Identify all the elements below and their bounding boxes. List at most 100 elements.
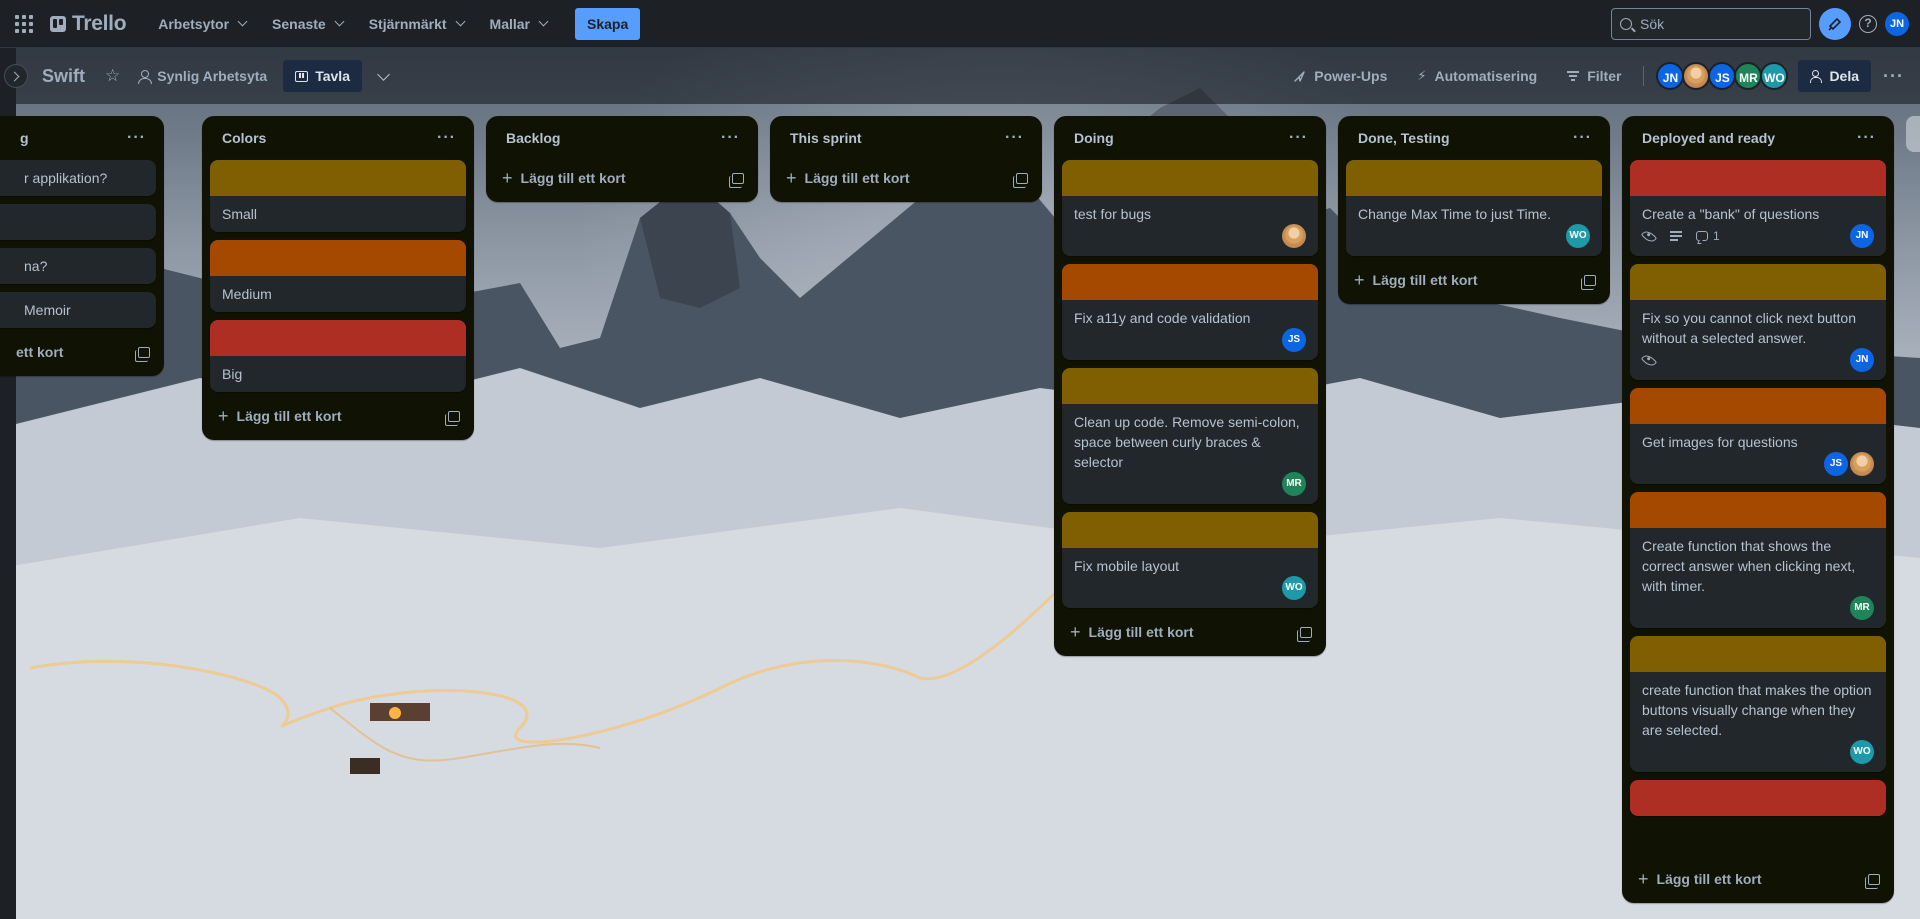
card[interactable]: Small [210,160,466,232]
card-member-avatar-photo[interactable] [1850,452,1874,476]
card-partially-visible[interactable] [1630,780,1886,816]
card-title: na? [24,258,48,274]
list-menu-more-icon[interactable]: ··· [717,129,744,147]
card-template-icon[interactable] [1865,873,1880,889]
card-template-icon[interactable] [1297,626,1312,642]
member-avatar-js[interactable]: JS [1708,62,1737,90]
list-menu-more-icon[interactable]: ··· [1001,129,1028,147]
card[interactable]: create function that makes the option bu… [1630,636,1886,772]
card-member-avatar[interactable]: JS [1282,328,1306,352]
trello-logo[interactable]: Trello [50,12,127,36]
list-title[interactable]: Backlog [506,130,560,146]
list-menu-more-icon[interactable]: ··· [123,129,150,147]
card-template-icon[interactable] [1581,274,1596,290]
nav-templates[interactable]: Mallar [480,10,557,38]
card-member-avatar-photo[interactable] [1282,224,1306,248]
card[interactable]: Create function that shows the correct a… [1630,492,1886,628]
card-member-avatar[interactable]: MR [1282,472,1306,496]
add-card-button[interactable]: + Lägg till ett kort [218,407,342,425]
nav-recent[interactable]: Senaste [262,10,353,38]
list-title[interactable]: Doing [1074,130,1114,146]
member-avatar-mr[interactable]: MR [1734,62,1763,90]
notifications-button[interactable] [1819,7,1851,40]
visibility-button[interactable]: Synlig Arbetsyta [138,68,267,84]
add-card-button[interactable]: + Lägg till ett kort [502,169,626,187]
nav-starred[interactable]: Stjärnmärkt [359,10,474,38]
list-title[interactable]: Colors [222,130,266,146]
card[interactable] [0,204,156,240]
card[interactable]: Medium [210,240,466,312]
automation-button[interactable]: ⚡ Automatisering [1405,62,1549,90]
card-template-icon[interactable] [445,410,460,426]
account-avatar[interactable]: JN [1885,11,1909,36]
board-menu-more-icon[interactable]: ··· [1877,66,1910,87]
app-switcher-icon[interactable] [12,12,36,36]
card[interactable]: na? [0,248,156,284]
share-button[interactable]: Dela [1798,60,1872,92]
create-button[interactable]: Skapa [575,7,641,40]
filter-button[interactable]: Filter [1555,62,1633,90]
card[interactable]: Big [210,320,466,392]
nav-workspaces[interactable]: Arbetsytor [148,10,256,38]
card-member-avatar[interactable]: WO [1566,224,1590,248]
star-icon[interactable]: ☆ [105,66,120,86]
list-title[interactable]: g [20,130,29,146]
card-member-avatar[interactable]: JS [1824,452,1848,476]
list-menu-more-icon[interactable]: ··· [1853,129,1880,147]
add-card-button[interactable]: ett kort [16,344,63,360]
expand-sidebar-button[interactable] [4,64,28,88]
card-member-avatar[interactable]: MR [1850,596,1874,620]
list-menu-more-icon[interactable]: ··· [433,129,460,147]
add-card-button[interactable]: + Lägg till ett kort [1070,623,1194,641]
powerups-button[interactable]: Power-Ups [1281,62,1399,90]
list-title[interactable]: This sprint [790,130,862,146]
list-header[interactable]: g ··· [0,116,156,160]
card-member-avatar[interactable]: JN [1850,224,1874,248]
help-icon[interactable]: ? [1859,14,1877,33]
member-avatar-jn[interactable]: JN [1656,62,1685,90]
add-card-button[interactable]: + Lägg till ett kort [1638,870,1762,888]
member-avatar-photo[interactable] [1682,62,1711,90]
list-header[interactable]: Done, Testing ··· [1346,116,1602,160]
add-card-label: Lägg till ett kort [236,408,342,424]
member-avatar-wo[interactable]: WO [1760,62,1789,90]
search-input[interactable] [1640,15,1802,32]
card[interactable]: Create a "bank" of questions 1 JN [1630,160,1886,256]
board-title[interactable]: Swift [42,66,85,87]
card[interactable]: r applikation? [0,160,156,196]
list-menu-more-icon[interactable]: ··· [1285,129,1312,147]
list-header[interactable]: Doing ··· [1062,116,1318,160]
add-card-button[interactable]: + Lägg till ett kort [786,169,910,187]
card-badges: 1 [1640,227,1720,245]
filter-label: Filter [1587,68,1622,84]
card[interactable]: Get images for questions JS [1630,388,1886,484]
list-footer: + Lägg till ett kort [1630,855,1886,903]
add-card-button[interactable]: + Lägg till ett kort [1354,271,1478,289]
board-view-label: Tavla [315,68,350,84]
card[interactable]: Change Max Time to just Time. WO [1346,160,1602,256]
list-footer: + Lägg till ett kort [494,154,750,202]
card-member-avatar[interactable]: WO [1850,740,1874,764]
list-header[interactable]: Colors ··· [210,116,466,160]
card-template-icon[interactable] [135,346,150,362]
list-header[interactable]: Deployed and ready ··· [1630,116,1886,160]
card-template-icon[interactable] [729,172,744,188]
search-box[interactable] [1611,7,1811,40]
board-view-button[interactable]: Tavla [283,60,362,92]
add-list-peek[interactable] [1906,116,1920,152]
card[interactable]: test for bugs [1062,160,1318,256]
list-menu-more-icon[interactable]: ··· [1569,129,1596,147]
card[interactable]: Memoir [0,292,156,328]
card[interactable]: Fix so you cannot click next button with… [1630,264,1886,380]
card-members: JS [1824,452,1874,476]
card-member-avatar[interactable]: JN [1850,348,1874,372]
card[interactable]: Fix mobile layout WO [1062,512,1318,608]
card-template-icon[interactable] [1013,172,1028,188]
card[interactable]: Clean up code. Remove semi-colon, space … [1062,368,1318,504]
list-title[interactable]: Deployed and ready [1642,130,1775,146]
card[interactable]: Fix a11y and code validation JS [1062,264,1318,360]
view-switcher-chevron-icon[interactable] [368,60,400,92]
list-title[interactable]: Done, Testing [1358,130,1450,146]
card-member-avatar[interactable]: WO [1282,576,1306,600]
card-cover-red [1630,160,1886,196]
